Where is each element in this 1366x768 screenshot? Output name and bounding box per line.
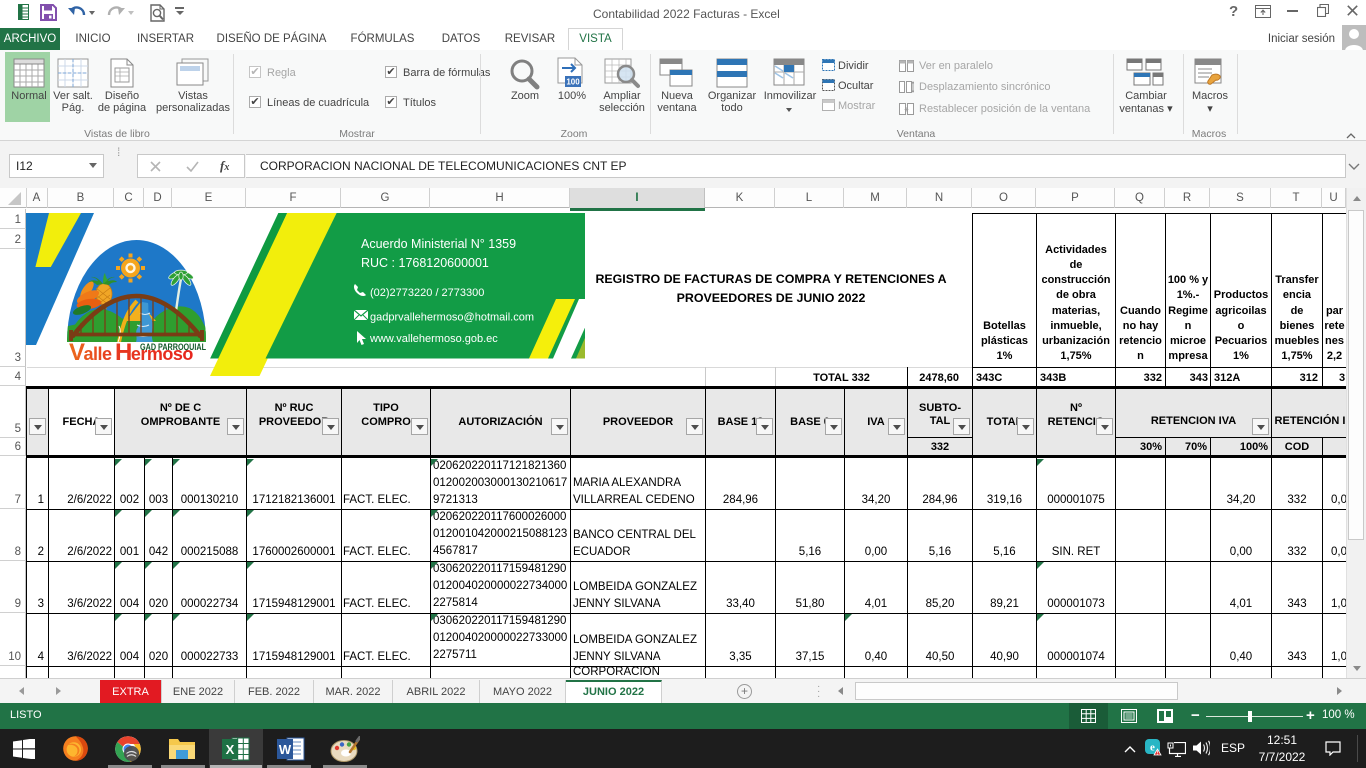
svg-text:Acuerdo Ministerial N° 1359: Acuerdo Ministerial N° 1359 [361,237,516,251]
svg-text:gadprvallehermoso@hotmail.com: gadprvallehermoso@hotmail.com [370,312,534,324]
svg-text:W: W [279,742,292,757]
svg-text:+: + [904,105,909,114]
svg-text:X: X [226,742,235,757]
svg-text:RUC : 1768120600001: RUC : 1768120600001 [361,256,489,270]
svg-text:(02)2773220 / 2773300: (02)2773220 / 2773300 [370,287,484,299]
svg-text:e: e [1150,742,1155,754]
svg-text:www.vallehermoso.gob.ec: www.vallehermoso.gob.ec [369,333,498,345]
svg-text:!: ! [1157,750,1159,756]
svg-text:100: 100 [566,78,580,87]
svg-text:Valle Hermoso: Valle Hermoso [69,339,193,366]
